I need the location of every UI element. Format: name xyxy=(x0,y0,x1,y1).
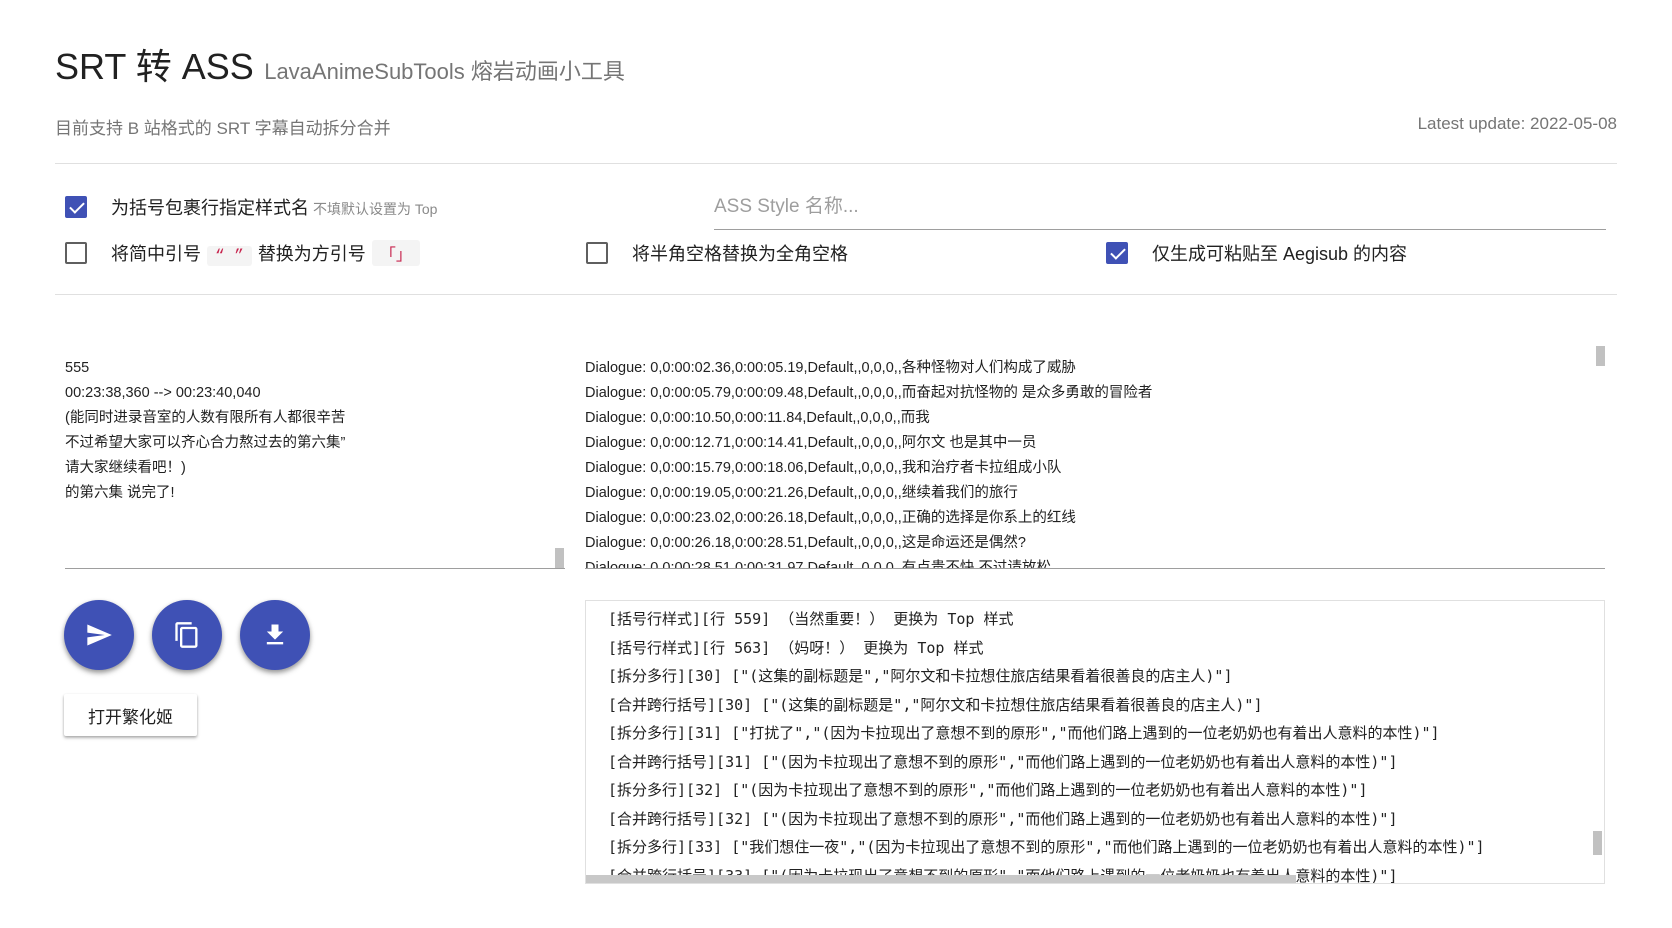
ass-line: Dialogue: 0,0:00:12.71,0:00:14.41,Defaul… xyxy=(585,435,1037,451)
srt-line: 不过希望大家可以齐心合力熬过去的第六集” xyxy=(65,435,346,451)
log-vertical-scrollbar[interactable] xyxy=(1593,831,1602,855)
ass-output-lines: Dialogue: 0,0:00:02.36,0:00:05.19,Defaul… xyxy=(585,356,1595,568)
aegisub-only-label: 仅生成可粘贴至 Aegisub 的内容 xyxy=(1152,244,1408,264)
ass-output-textarea[interactable]: Dialogue: 0,0:00:02.36,0:00:05.19,Defaul… xyxy=(585,356,1595,568)
log-line: [括号行样式][行 563] （妈呀！） 更换为 Top 样式 xyxy=(608,638,984,657)
ass-line: Dialogue: 0,0:00:23.02,0:00:26.18,Defaul… xyxy=(585,510,1076,526)
srt-input-scrollbar[interactable] xyxy=(555,548,564,568)
quote-from-chip: “ ” xyxy=(207,246,252,266)
srt-line: 00:23:38,360 --> 00:23:40,040 xyxy=(65,385,261,401)
srt-line: 的第六集 说完了! xyxy=(65,485,175,501)
log-line: [拆分多行][31] ["打扰了","(因为卡拉现出了意想不到的原形","而他们… xyxy=(608,724,1440,742)
quote-replace-checkbox[interactable] xyxy=(65,242,87,264)
ass-line: Dialogue: 0,0:00:15.79,0:00:18.06,Defaul… xyxy=(585,460,1062,476)
ass-line: Dialogue: 0,0:00:26.18,0:00:28.51,Defaul… xyxy=(585,535,1026,551)
send-icon xyxy=(87,624,112,646)
log-line: [拆分多行][33] ["我们想住一夜","(因为卡拉现出了意想不到的原形","… xyxy=(608,838,1485,856)
ass-line: Dialogue: 0,0:00:05.79,0:00:09.48,Defaul… xyxy=(585,385,1153,401)
ass-output-scrollbar[interactable] xyxy=(1596,346,1605,366)
copy-button[interactable] xyxy=(152,600,222,670)
copy-icon xyxy=(175,622,198,648)
log-line: [合并跨行括号][30] ["(这集的副标题是","阿尔文和卡拉想住旅店结果看着… xyxy=(608,695,1263,714)
page-header: SRT 转 ASS LavaAnimeSubTools 熔岩动画小工具 xyxy=(55,38,625,90)
ass-line: Dialogue: 0,0:00:02.36,0:00:05.19,Defaul… xyxy=(585,360,1076,376)
bracket-style-text: 为括号包裹行指定样式名 xyxy=(111,198,309,218)
log-line: [合并跨行括号][31] ["(因为卡拉现出了意想不到的原形","而他们路上遇到… xyxy=(608,752,1398,771)
ass-line: Dialogue: 0,0:00:28.51,0:00:31.97,Defaul… xyxy=(585,560,1051,568)
ass-line: Dialogue: 0,0:00:19.05,0:00:21.26,Defaul… xyxy=(585,485,1018,501)
open-fanhuaji-button[interactable]: 打开繁化姬 xyxy=(64,694,197,736)
bracket-style-hint: 不填默认设置为 Top xyxy=(313,201,438,217)
support-description: 目前支持 B 站格式的 SRT 字幕自动拆分合并 xyxy=(55,119,391,138)
page-subtitle: LavaAnimeSubTools 熔岩动画小工具 xyxy=(264,59,625,84)
aegisub-only-checkbox[interactable] xyxy=(1106,242,1128,264)
srt-line: 请大家继续看吧！) xyxy=(65,460,186,476)
log-horizontal-scrollbar[interactable] xyxy=(586,875,1296,883)
fullwidth-space-checkbox[interactable] xyxy=(586,242,608,264)
quote-replace-label: 将简中引号 “ ” 替换为方引号 「」 xyxy=(111,240,426,266)
srt-input-underline xyxy=(65,568,565,569)
log-lines: [括号行样式][行 559] （当然重要！） 更换为 Top 样式 [括号行样式… xyxy=(608,605,1485,883)
log-line: [括号行样式][行 559] （当然重要！） 更换为 Top 样式 xyxy=(608,610,1014,628)
options-divider xyxy=(55,294,1617,295)
top-divider xyxy=(55,163,1617,164)
download-button[interactable] xyxy=(240,600,310,670)
quote-replace-mid: 替换为方引号 xyxy=(257,244,366,264)
ass-line: Dialogue: 0,0:00:10.50,0:00:11.84,Defaul… xyxy=(585,410,930,426)
download-icon xyxy=(266,624,284,645)
log-output-box[interactable]: [括号行样式][行 559] （当然重要！） 更换为 Top 样式 [括号行样式… xyxy=(585,600,1605,884)
srt-input-textarea[interactable]: 555 00:23:38,360 --> 00:23:40,040 (能同时进录… xyxy=(65,356,565,566)
srt-line: (能同时进录音室的人数有限所有人都很辛苦 xyxy=(65,410,346,426)
latest-update: Latest update: 2022-05-08 xyxy=(1417,114,1617,133)
log-line: [合并跨行括号][32] ["(因为卡拉现出了意想不到的原形","而他们路上遇到… xyxy=(608,809,1398,828)
srt-line: 555 xyxy=(65,360,90,376)
bracket-style-label: 为括号包裹行指定样式名 不填默认设置为 Top xyxy=(111,194,437,220)
ass-style-name-input[interactable] xyxy=(714,184,1606,230)
page-title: SRT 转 ASS xyxy=(55,46,254,87)
ass-output-underline xyxy=(585,568,1605,569)
quote-replace-pre: 将简中引号 xyxy=(111,244,201,264)
convert-button[interactable] xyxy=(64,600,134,670)
quote-to-chip: 「」 xyxy=(371,240,420,266)
bracket-style-checkbox[interactable] xyxy=(65,196,87,218)
log-line: [拆分多行][32] ["(因为卡拉现出了意想不到的原形","而他们路上遇到的一… xyxy=(608,781,1368,799)
fullwidth-space-label: 将半角空格替换为全角空格 xyxy=(632,244,848,264)
log-line: [拆分多行][30] ["(这集的副标题是","阿尔文和卡拉想住旅店结果看着很善… xyxy=(608,667,1233,685)
srt-input-lines: 555 00:23:38,360 --> 00:23:40,040 (能同时进录… xyxy=(65,356,565,506)
